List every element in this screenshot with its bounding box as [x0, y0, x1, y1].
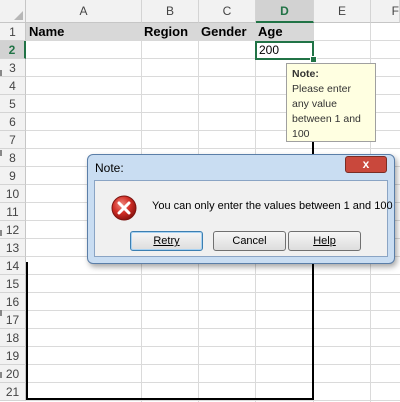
column-header-b[interactable]: B: [142, 0, 199, 23]
column-header-a[interactable]: A: [26, 0, 142, 23]
grid-line: [26, 58, 400, 59]
dialog-title: Note:: [95, 161, 124, 175]
edge-mark: [0, 150, 2, 156]
table-border-left: [26, 262, 28, 400]
row-header-3[interactable]: 3: [0, 59, 26, 77]
row-header-7[interactable]: 7: [0, 131, 26, 149]
row-header-10[interactable]: 10: [0, 185, 26, 203]
close-button[interactable]: x: [345, 156, 387, 173]
edge-mark: [0, 310, 2, 316]
dialog-message: You can only enter the values between 1 …: [152, 200, 393, 212]
grid-line: [26, 400, 400, 401]
cell-d1[interactable]: Age: [258, 23, 283, 41]
select-all-corner[interactable]: [0, 0, 26, 23]
close-icon: x: [362, 157, 370, 171]
tooltip-text: Please enter any value between 1 and 100: [292, 83, 361, 140]
row-header-6[interactable]: 6: [0, 113, 26, 131]
row-header-8[interactable]: 8: [0, 149, 26, 167]
grid-line: [26, 382, 400, 383]
fill-handle[interactable]: [310, 56, 317, 63]
column-header-d[interactable]: D: [256, 0, 314, 23]
row-header-14[interactable]: 14: [0, 257, 26, 275]
column-header-e[interactable]: E: [314, 0, 371, 23]
grid-line: [26, 346, 400, 347]
grid-line: [26, 310, 400, 311]
active-cell-border[interactable]: [255, 41, 314, 60]
error-icon: [111, 195, 137, 221]
cancel-button[interactable]: Cancel: [213, 231, 286, 251]
row-header-18[interactable]: 18: [0, 329, 26, 347]
grid-line: [26, 364, 400, 365]
tooltip-title: Note:: [292, 68, 319, 80]
edge-mark: [0, 230, 2, 236]
row-header-17[interactable]: 17: [0, 311, 26, 329]
cell-a1[interactable]: Name: [29, 23, 64, 41]
table-border-bottom: [26, 398, 314, 400]
row-header-11[interactable]: 11: [0, 203, 26, 221]
cell-b1[interactable]: Region: [144, 23, 188, 41]
input-message-tooltip: Note: Please enter any value between 1 a…: [286, 63, 376, 142]
row-header-20[interactable]: 20: [0, 365, 26, 383]
row-header-5[interactable]: 5: [0, 95, 26, 113]
grid-line: [26, 148, 400, 149]
edge-mark: [0, 70, 2, 76]
row-header-2[interactable]: 2: [0, 41, 26, 59]
grid-line: [26, 274, 400, 275]
row-header-21[interactable]: 21: [0, 383, 26, 401]
grid-line: [26, 328, 400, 329]
row-header-1[interactable]: 1: [0, 23, 26, 41]
grid-line: [26, 292, 400, 293]
row-header-13[interactable]: 13: [0, 239, 26, 257]
row-header-9[interactable]: 9: [0, 167, 26, 185]
help-button-label: Help: [313, 235, 336, 247]
cancel-button-label: Cancel: [232, 235, 267, 247]
retry-button-label: Retry: [153, 235, 180, 247]
column-header-c[interactable]: C: [199, 0, 256, 23]
row-header-16[interactable]: 16: [0, 293, 26, 311]
help-button[interactable]: Help: [288, 231, 361, 251]
retry-button[interactable]: Retry: [130, 231, 203, 251]
row-header-15[interactable]: 15: [0, 275, 26, 293]
row-header-4[interactable]: 4: [0, 77, 26, 95]
dialog-body: You can only enter the values between 1 …: [94, 180, 393, 257]
row-header-19[interactable]: 19: [0, 347, 26, 365]
error-dialog: Note: x You can only enter the values be…: [87, 154, 395, 264]
edge-mark: [0, 372, 2, 378]
column-header-f[interactable]: F: [371, 0, 400, 23]
cell-c1[interactable]: Gender: [201, 23, 247, 41]
row-header-12[interactable]: 12: [0, 221, 26, 239]
